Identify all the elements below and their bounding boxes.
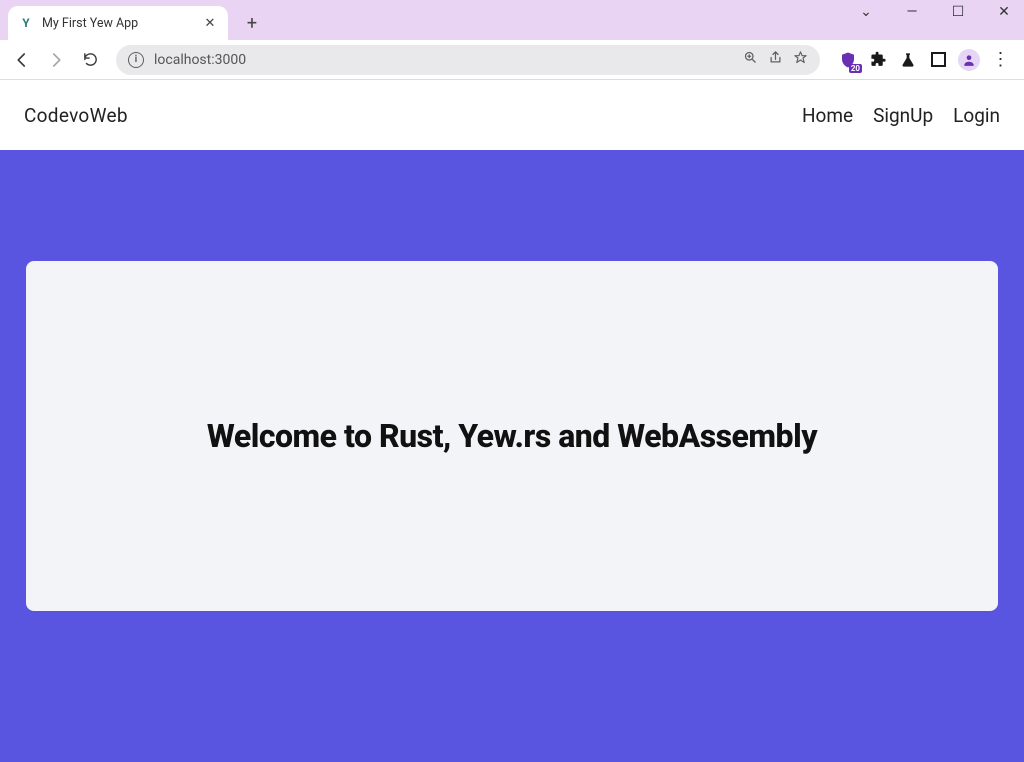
- bookmark-star-icon[interactable]: [793, 50, 808, 69]
- kebab-menu-icon[interactable]: ⋮: [990, 50, 1010, 70]
- labs-flask-icon[interactable]: [898, 50, 918, 70]
- profile-avatar-icon[interactable]: [958, 49, 980, 71]
- site-info-icon[interactable]: i: [128, 52, 144, 68]
- hero-section: Welcome to Rust, Yew.rs and WebAssembly: [0, 150, 1024, 762]
- zoom-icon[interactable]: [743, 50, 758, 69]
- url-text: localhost:3000: [154, 52, 733, 68]
- nav-login[interactable]: Login: [953, 104, 1000, 127]
- browser-tab[interactable]: Y My First Yew App ✕: [8, 6, 228, 40]
- hero-heading: Welcome to Rust, Yew.rs and WebAssembly: [207, 417, 817, 455]
- main-nav: Home SignUp Login: [802, 104, 1000, 127]
- new-tab-button[interactable]: +: [238, 9, 266, 37]
- chevron-down-icon[interactable]: ⌄: [852, 4, 880, 20]
- extension-icons: 20 ⋮: [832, 49, 1016, 71]
- extension-badge: 20: [849, 64, 862, 73]
- reload-button[interactable]: [76, 46, 104, 74]
- window-titlebar: Y My First Yew App ✕ + ⌄ ― ☐ ✕: [0, 0, 1024, 40]
- tab-title: My First Yew App: [42, 16, 138, 31]
- extensions-puzzle-icon[interactable]: [868, 50, 888, 70]
- close-window-button[interactable]: ✕: [990, 4, 1018, 20]
- browser-toolbar: i localhost:3000 20 ⋮: [0, 40, 1024, 80]
- close-tab-button[interactable]: ✕: [202, 15, 218, 31]
- yew-favicon-icon: Y: [18, 15, 34, 31]
- nav-signup[interactable]: SignUp: [873, 104, 933, 127]
- forward-button[interactable]: [42, 46, 70, 74]
- address-bar[interactable]: i localhost:3000: [116, 45, 820, 75]
- share-icon[interactable]: [768, 50, 783, 69]
- hero-card: Welcome to Rust, Yew.rs and WebAssembly: [26, 261, 998, 611]
- brand-logo[interactable]: CodevoWeb: [24, 104, 128, 127]
- panel-square-icon[interactable]: [928, 50, 948, 70]
- extension-shield-icon[interactable]: 20: [838, 50, 858, 70]
- nav-home[interactable]: Home: [802, 104, 853, 127]
- back-button[interactable]: [8, 46, 36, 74]
- site-header: CodevoWeb Home SignUp Login: [0, 80, 1024, 150]
- maximize-button[interactable]: ☐: [944, 4, 972, 20]
- minimize-button[interactable]: ―: [898, 4, 926, 20]
- window-controls: ⌄ ― ☐ ✕: [852, 4, 1018, 20]
- page-viewport: CodevoWeb Home SignUp Login Welcome to R…: [0, 80, 1024, 762]
